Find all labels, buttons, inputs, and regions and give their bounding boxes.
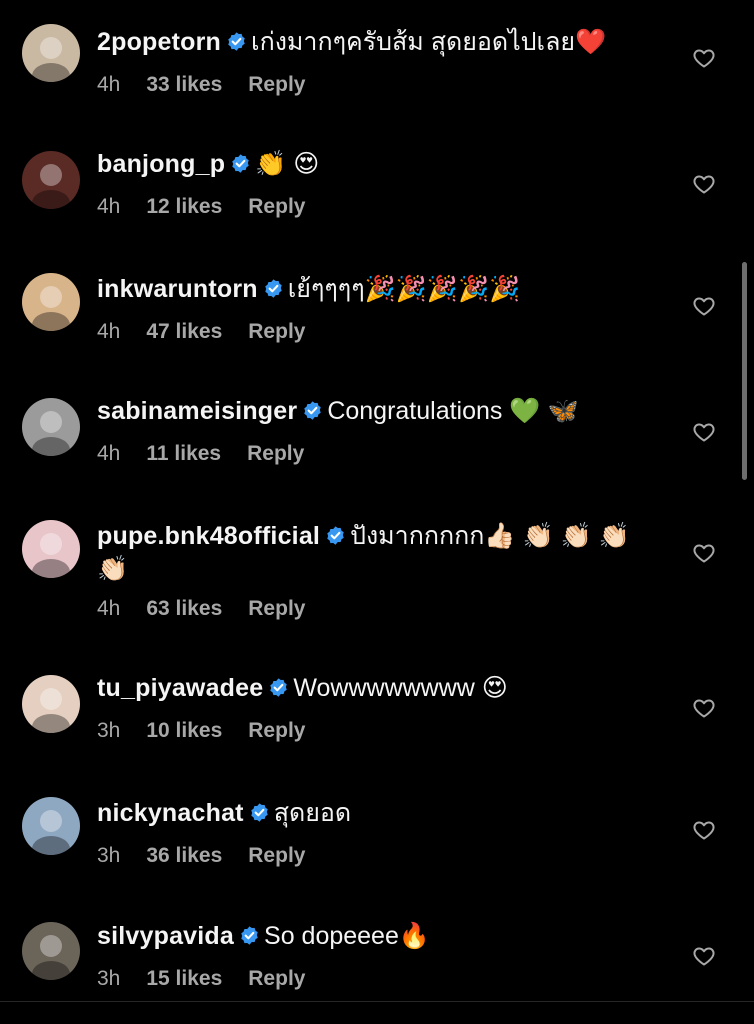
comment-body: tu_piyawadee Wowwwwwwww 😍 (97, 672, 654, 705)
username-link[interactable]: 2popetorn (97, 28, 221, 56)
comment-meta: 4h 47 likes Reply (97, 320, 331, 344)
comment-body: silvypavida So dopeeee🔥 (97, 920, 654, 953)
username-link[interactable]: inkwaruntorn (97, 275, 258, 303)
reply-button[interactable]: Reply (248, 597, 305, 620)
comment-body: banjong_p 👏 😍 (97, 148, 654, 181)
reply-button[interactable]: Reply (248, 195, 305, 218)
reply-button[interactable]: Reply (248, 844, 305, 867)
timestamp: 4h (97, 320, 121, 343)
username-link[interactable]: pupe.bnk48official (97, 522, 320, 550)
comment-body: nickynachat สุดยอด (97, 797, 654, 830)
likes-count[interactable]: 10 likes (146, 719, 222, 742)
likes-count[interactable]: 36 likes (146, 844, 222, 867)
comment-meta: 4h 63 likes Reply (97, 597, 331, 621)
username-link[interactable]: tu_piyawadee (97, 674, 263, 702)
heart-outline-icon[interactable] (692, 541, 716, 565)
timestamp: 3h (97, 719, 121, 742)
comment-text: Wowwwwwwww 😍 (293, 674, 508, 702)
comment-text: 👏 😍 (255, 150, 320, 178)
timestamp: 4h (97, 73, 121, 96)
comment-text: So dopeeee🔥 (264, 922, 430, 950)
verified-badge-icon (228, 32, 245, 51)
scrollbar[interactable] (742, 262, 747, 480)
verified-badge-icon (232, 154, 249, 173)
timestamp: 4h (97, 442, 121, 465)
comment-body: 2popetorn เก่งมากๆครับส้ม สุดยอดไปเลย❤️ (97, 26, 654, 59)
avatar[interactable] (22, 273, 80, 331)
comment-body: pupe.bnk48official ปังมากกกกก👍🏻 👏🏻 👏🏻 👏🏻 … (97, 520, 654, 586)
likes-count[interactable]: 33 likes (146, 73, 222, 96)
avatar[interactable] (22, 151, 80, 209)
heart-outline-icon[interactable] (692, 696, 716, 720)
comment-meta: 3h 10 likes Reply (97, 719, 331, 743)
verified-badge-icon (327, 526, 344, 545)
comment-body: inkwaruntorn เย้ๆๆๆๆ🎉🎉🎉🎉🎉 (97, 273, 654, 306)
verified-badge-icon (250, 803, 268, 822)
likes-count[interactable]: 47 likes (146, 320, 222, 343)
comment-body: sabinameisinger Congratulations 💚 🦋 (97, 395, 654, 428)
comment-text: เก่งมากๆครับส้ม สุดยอดไปเลย❤️ (251, 28, 607, 56)
avatar[interactable] (22, 922, 80, 980)
timestamp: 3h (97, 967, 121, 990)
heart-outline-icon[interactable] (692, 818, 716, 842)
heart-outline-icon[interactable] (692, 420, 716, 444)
reply-button[interactable]: Reply (248, 967, 305, 990)
heart-outline-icon[interactable] (692, 46, 716, 70)
verified-badge-icon (270, 678, 288, 697)
comment-meta: 4h 11 likes Reply (97, 442, 330, 466)
comment-meta: 3h 15 likes Reply (97, 967, 331, 991)
comment-text: สุดยอด (273, 799, 352, 827)
heart-outline-icon[interactable] (692, 172, 716, 196)
timestamp: 4h (97, 597, 121, 620)
username-link[interactable]: nickynachat (97, 799, 244, 827)
likes-count[interactable]: 12 likes (146, 195, 222, 218)
heart-outline-icon[interactable] (692, 294, 716, 318)
reply-button[interactable]: Reply (248, 320, 305, 343)
avatar[interactable] (22, 797, 80, 855)
avatar[interactable] (22, 398, 80, 456)
likes-count[interactable]: 63 likes (146, 597, 222, 620)
heart-outline-icon[interactable] (692, 944, 716, 968)
username-link[interactable]: silvypavida (97, 922, 234, 950)
reply-button[interactable]: Reply (248, 73, 305, 96)
likes-count[interactable]: 11 likes (146, 442, 221, 465)
divider (0, 1001, 754, 1002)
avatar[interactable] (22, 520, 80, 578)
comment-text: Congratulations 💚 🦋 (327, 397, 579, 425)
reply-button[interactable]: Reply (247, 442, 304, 465)
verified-badge-icon (241, 926, 258, 945)
verified-badge-icon (265, 279, 282, 298)
comment-meta: 4h 33 likes Reply (97, 73, 331, 97)
comment-text: เย้ๆๆๆๆ🎉🎉🎉🎉🎉 (287, 275, 521, 303)
avatar[interactable] (22, 24, 80, 82)
likes-count[interactable]: 15 likes (146, 967, 222, 990)
timestamp: 3h (97, 844, 121, 867)
username-link[interactable]: banjong_p (97, 150, 225, 178)
avatar[interactable] (22, 675, 80, 733)
comment-meta: 4h 12 likes Reply (97, 195, 331, 219)
verified-badge-icon (304, 401, 322, 420)
username-link[interactable]: sabinameisinger (97, 397, 297, 425)
reply-button[interactable]: Reply (248, 719, 305, 742)
timestamp: 4h (97, 195, 121, 218)
comment-meta: 3h 36 likes Reply (97, 844, 331, 868)
